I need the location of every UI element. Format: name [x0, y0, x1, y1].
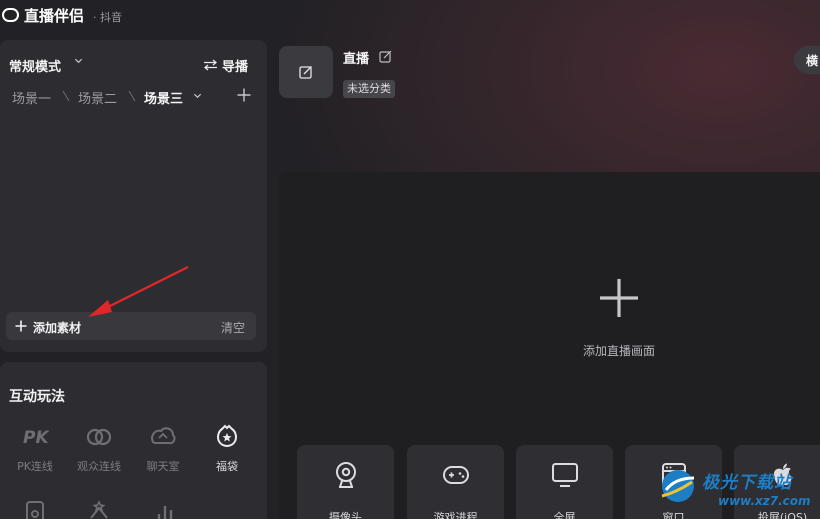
add-live-view-label: 添加直播画面: [583, 344, 656, 358]
audience-link-button[interactable]: 观众连线: [73, 424, 125, 474]
live-cover-button[interactable]: [279, 46, 333, 98]
app-logo-icon: [2, 8, 19, 22]
camera-icon: [336, 462, 356, 488]
box-icon: [26, 501, 44, 519]
tool-label: 聊天室: [146, 460, 180, 473]
edit-title-icon[interactable]: [379, 50, 392, 63]
scene-tab-3[interactable]: 场景三: [144, 88, 183, 107]
scene-panel: 常规模式 导播 场景一 场景二 场景三 添加素材 清空: [0, 40, 267, 352]
source-camera-button[interactable]: 摄像头: [297, 445, 394, 519]
source-game-button[interactable]: 游戏进程: [407, 445, 504, 519]
source-label: 游戏进程: [433, 511, 478, 519]
live-title: 直播: [343, 52, 370, 67]
chevron-down-icon[interactable]: [74, 56, 83, 65]
source-fullscreen-button[interactable]: 全屏: [516, 445, 613, 519]
more-tool-button[interactable]: [15, 500, 55, 519]
watermark-name: 极光下载站: [702, 473, 792, 493]
scene-separator: [128, 90, 136, 102]
tool-label: 观众连线: [77, 460, 121, 473]
add-scene-icon[interactable]: [237, 88, 251, 102]
chat-room-button[interactable]: 聊天室: [137, 424, 189, 474]
mode-selector[interactable]: 常规模式: [9, 56, 61, 75]
pk-button[interactable]: PK PK连线: [9, 424, 61, 474]
title-bar: 直播伴侣 · 抖音: [0, 0, 820, 32]
plus-icon[interactable]: [599, 278, 639, 318]
scene-tab-1[interactable]: 场景一: [12, 88, 51, 107]
link-icon: [86, 428, 112, 446]
tool-label: PK连线: [17, 460, 53, 473]
guide-button[interactable]: 导播: [222, 56, 248, 75]
clear-button[interactable]: 清空: [221, 319, 245, 336]
more-tool-button[interactable]: [143, 500, 183, 519]
add-material-button[interactable]: 添加素材: [33, 319, 81, 336]
monitor-icon: [552, 463, 578, 487]
svg-text:PK: PK: [23, 428, 49, 448]
interactive-title: 互动玩法: [9, 389, 65, 405]
switch-icon[interactable]: [203, 59, 218, 71]
more-tool-button[interactable]: [79, 500, 119, 519]
scene-tab-2[interactable]: 场景二: [78, 88, 117, 107]
scene-separator: [62, 90, 70, 102]
platform-name: · 抖音: [93, 11, 122, 24]
watermark-logo-icon: [661, 470, 695, 502]
add-material-bar: 添加素材 清空: [6, 312, 256, 340]
tool-label: 福袋: [216, 460, 238, 473]
plus-icon[interactable]: [15, 320, 27, 332]
gamepad-icon: [443, 466, 469, 484]
app-name: 直播伴侣: [24, 7, 85, 25]
lucky-bag-button[interactable]: 福袋: [201, 424, 253, 474]
gift-icon: [90, 500, 108, 519]
source-label: 全屏: [553, 511, 576, 519]
chevron-down-icon[interactable]: [193, 91, 202, 100]
pk-icon: PK: [23, 428, 49, 448]
watermark: 极光下载站 www.xz7.com: [656, 466, 820, 516]
lucky-bag-icon: [217, 424, 237, 448]
edit-icon: [299, 66, 312, 79]
interactive-panel: 互动玩法 PK PK连线 观众连线 聊天室 福袋: [0, 362, 267, 519]
watermark-url: www.xz7.com: [718, 494, 811, 508]
bar-chart-icon: [157, 506, 173, 519]
category-tag[interactable]: 未选分类: [343, 80, 395, 98]
orientation-label: 横: [806, 54, 819, 68]
live-companion-window: 直播伴侣 · 抖音 常规模式 导播 场景一 场景二 场景三 添加素材 清空 互动…: [0, 0, 820, 519]
orientation-toggle[interactable]: 横: [794, 46, 820, 74]
chat-room-icon: [151, 427, 176, 445]
source-label: 摄像头: [329, 511, 362, 519]
